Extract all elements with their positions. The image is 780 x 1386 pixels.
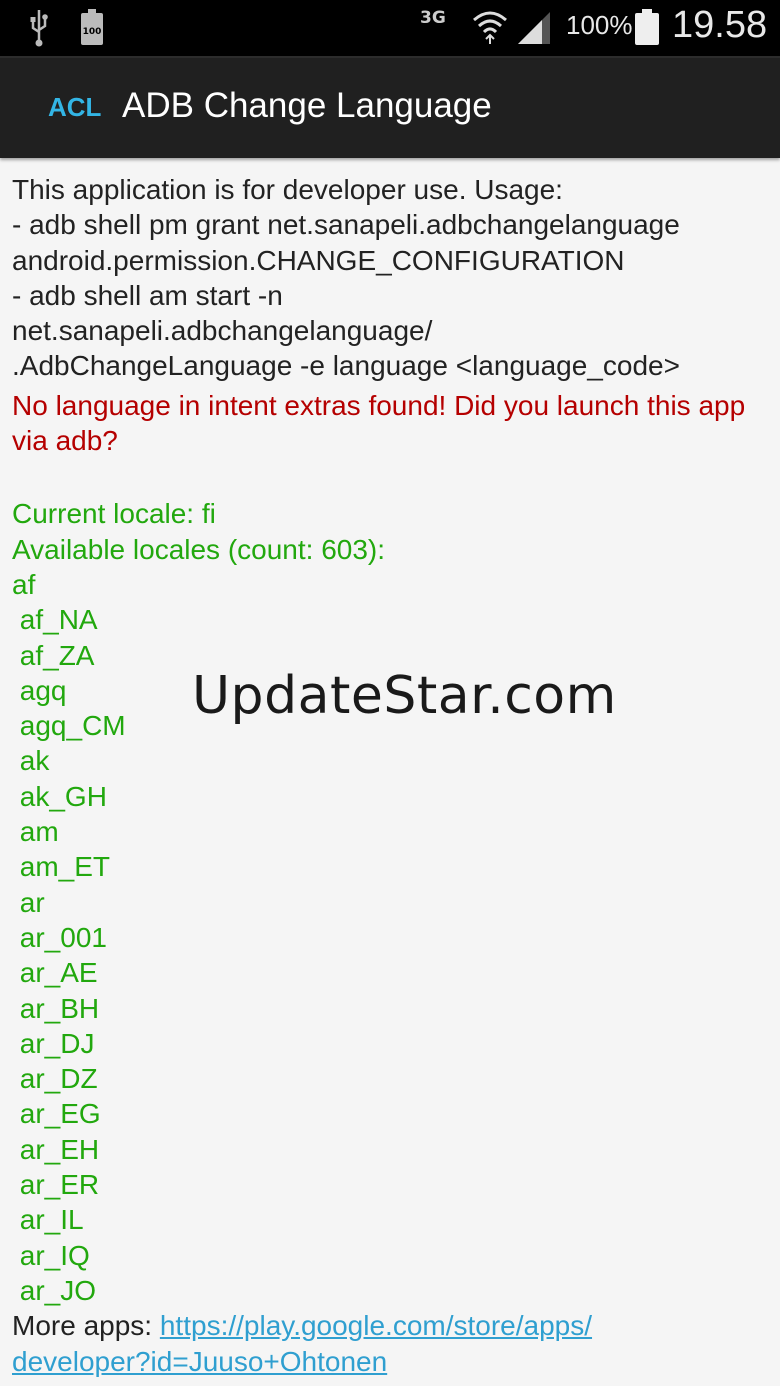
usage-line: android.permission.CHANGE_CONFIGURATION	[12, 244, 625, 276]
locale-item: ak	[12, 745, 50, 777]
clock: 19.58	[672, 4, 768, 46]
locale-item: ar_IQ	[12, 1239, 90, 1271]
locale-item: ar_EH	[12, 1133, 100, 1165]
app-logo[interactable]: ACL	[48, 92, 101, 123]
usage-line: This application is for developer use. U…	[12, 174, 563, 205]
locale-item: ar_EG	[12, 1098, 101, 1130]
more-apps-label: More apps:	[12, 1310, 160, 1342]
battery-percent: 100%	[566, 10, 633, 40]
locale-item: ak_GH	[12, 780, 107, 812]
locale-item: ar_IL	[12, 1204, 84, 1236]
usage-line: net.sanapeli.adbchangelanguage/	[12, 315, 433, 347]
locale-item: am_ET	[12, 851, 111, 883]
app-title: ADB Change Language	[122, 86, 492, 125]
locale-item: ar_DZ	[12, 1063, 98, 1095]
more-apps: More apps: https://play.google.com/store…	[12, 1308, 772, 1379]
network-type-label: 3G	[420, 8, 446, 28]
battery-icon	[635, 9, 659, 45]
wifi-icon	[473, 11, 507, 44]
locale-item: ar_ER	[12, 1169, 100, 1201]
locale-item: ar_001	[12, 921, 107, 953]
usage-line: - adb shell am start -n	[12, 279, 283, 311]
action-bar: ACL ADB Change Language	[0, 56, 780, 158]
locale-item: af	[12, 568, 36, 600]
battery-small-label: 100	[83, 27, 102, 37]
main-content: This application is for developer use. U…	[12, 172, 772, 1379]
status-bar: 100 3G 100% 19.58	[0, 0, 780, 56]
battery-saver-icon: 100	[81, 9, 103, 45]
available-locales-header: Available locales (count: 603):	[12, 533, 386, 565]
locale-item: ar_JO	[12, 1274, 97, 1306]
locale-item: am	[12, 816, 59, 848]
usage-line: - adb shell pm grant net.sanapeli.adbcha…	[12, 209, 680, 241]
usage-text: This application is for developer use. U…	[12, 172, 772, 384]
locale-item: ar_AE	[12, 957, 98, 989]
watermark: UpdateStar.com	[192, 666, 617, 726]
more-apps-link[interactable]: https://play.google.com/store/apps/	[160, 1310, 592, 1341]
error-text: No language in intent extras found! Did …	[12, 389, 746, 457]
locale-item: ar	[12, 886, 45, 918]
more-apps-link-continued[interactable]: developer?id=Juuso+Ohtonen	[12, 1346, 387, 1377]
current-locale: Current locale: fi	[12, 498, 216, 530]
locale-item: af_NA	[12, 604, 98, 636]
locale-item: ar_DJ	[12, 1027, 95, 1059]
usage-line: .AdbChangeLanguage -e language <language…	[12, 350, 680, 382]
usb-icon	[30, 10, 48, 47]
locale-item: ar_BH	[12, 992, 100, 1024]
error-message: No language in intent extras found! Did …	[12, 388, 772, 459]
signal-icon	[518, 12, 550, 44]
